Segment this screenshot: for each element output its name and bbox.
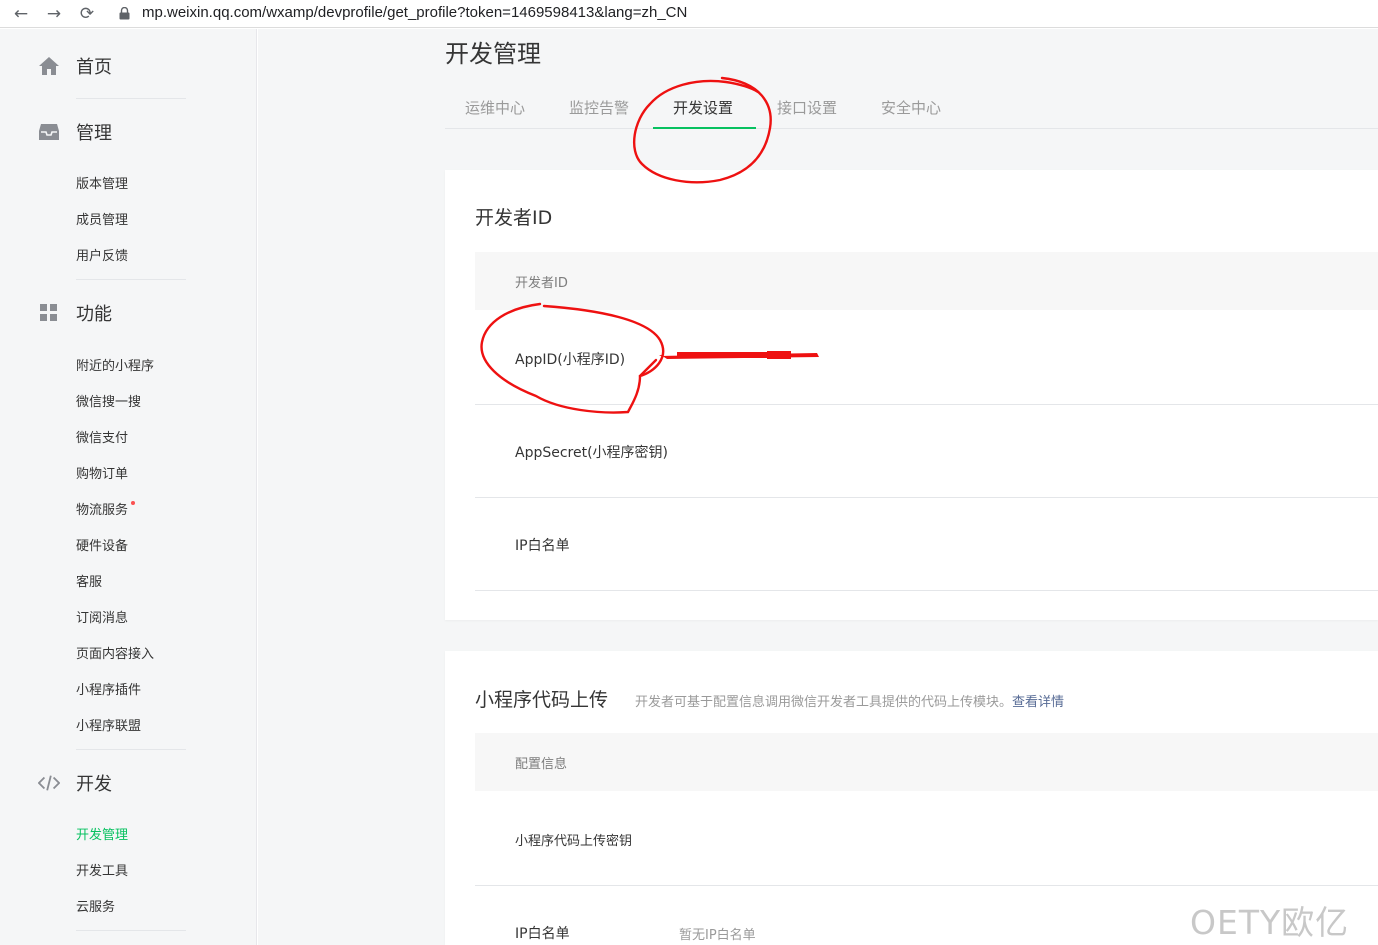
upload-ip-label: IP白名单 (515, 926, 570, 942)
sidebar-item-orders[interactable]: 购物订单 (76, 463, 128, 482)
active-tab-indicator (653, 127, 756, 129)
sidebar-item-dev-tools[interactable]: 开发工具 (76, 860, 128, 879)
sidebar-item-plugins[interactable]: 小程序插件 (76, 679, 141, 698)
redacted-appid-value (659, 351, 819, 359)
sidebar-section-manage[interactable]: 管理 (38, 120, 112, 144)
appid-label: AppID(小程序ID) (515, 352, 626, 368)
table-header-label: 配置信息 (515, 757, 568, 772)
table-row-ip-whitelist: IP白名单 (475, 498, 1378, 591)
sidebar-item-cloud[interactable]: 云服务 (76, 896, 115, 915)
inbox-icon (38, 121, 60, 143)
divider (76, 279, 186, 280)
sidebar-label-features: 功能 (76, 304, 112, 325)
reload-icon[interactable]: ⟳ (76, 3, 98, 25)
view-details-link[interactable]: 查看详情 (1012, 695, 1064, 710)
divider (76, 98, 186, 99)
sidebar-item-pay[interactable]: 微信支付 (76, 427, 128, 446)
sidebar-section-dev[interactable]: 开发 (38, 771, 112, 795)
card-title-code-upload: 小程序代码上传 (475, 689, 609, 711)
lock-icon (119, 7, 130, 20)
address-bar-url[interactable]: mp.weixin.qq.com/wxamp/devprofile/get_pr… (142, 4, 687, 21)
sidebar-item-feedback[interactable]: 用户反馈 (76, 245, 128, 264)
appsecret-label: AppSecret(小程序密钥) (515, 445, 669, 461)
code-icon (38, 772, 60, 794)
tab-security[interactable]: 安全中心 (881, 97, 941, 118)
new-dot-badge (131, 501, 136, 505)
card-description-text: 开发者可基于配置信息调用微信开发者工具提供的代码上传模块。 (635, 695, 1013, 710)
ip-whitelist-label: IP白名单 (515, 538, 570, 554)
browser-toolbar: ← → ⟳ mp.weixin.qq.com/wxamp/devprofile/… (0, 0, 1378, 28)
table-row-appid: AppID(小程序ID) (475, 311, 1378, 405)
sidebar-item-dev-manage[interactable]: 开发管理 (76, 824, 128, 843)
sidebar-item-logistics-label: 物流服务 (76, 503, 129, 518)
tab-bar: 运维中心 监控告警 开发设置 接口设置 安全中心 (445, 87, 1378, 129)
sidebar-item-nearby[interactable]: 附近的小程序 (76, 355, 154, 374)
sidebar-item-service[interactable]: 客服 (76, 571, 102, 590)
card-title-dev-id: 开发者ID (475, 207, 553, 229)
upload-ip-value: 暂无IP白名单 (679, 928, 756, 943)
back-arrow-icon[interactable]: ← (10, 3, 32, 25)
tab-monitor[interactable]: 监控告警 (569, 97, 629, 118)
forward-arrow-icon[interactable]: → (43, 3, 65, 25)
home-icon (38, 55, 60, 77)
sidebar-label-home: 首页 (76, 57, 112, 78)
main-content: 开发管理 运维中心 监控告警 开发设置 接口设置 安全中心 开发者ID 开发者I… (258, 29, 1378, 945)
divider (76, 930, 186, 931)
divider (76, 749, 186, 750)
developer-id-card: 开发者ID 开发者ID AppID(小程序ID) AppSecret(小程序密钥… (445, 170, 1378, 620)
table-row-upload-key: 小程序代码上传密钥 (475, 792, 1378, 886)
sidebar-label-dev: 开发 (76, 774, 112, 795)
sidebar-item-alliance[interactable]: 小程序联盟 (76, 715, 141, 734)
sidebar-item-search[interactable]: 微信搜一搜 (76, 391, 141, 410)
tab-ops[interactable]: 运维中心 (465, 97, 525, 118)
grid-icon (38, 302, 60, 324)
sidebar-item-hardware[interactable]: 硬件设备 (76, 535, 128, 554)
sidebar-item-logistics[interactable]: 物流服务 (76, 499, 136, 518)
sidebar-item-members[interactable]: 成员管理 (76, 209, 128, 228)
sidebar: 首页 管理 版本管理 成员管理 用户反馈 功能 附近的小程序 微信搜一搜 微信支… (0, 29, 257, 945)
upload-key-label: 小程序代码上传密钥 (515, 834, 633, 849)
sidebar-item-subscribe[interactable]: 订阅消息 (76, 607, 128, 626)
card-description: 开发者可基于配置信息调用微信开发者工具提供的代码上传模块。查看详情 (635, 691, 1064, 710)
sidebar-item-content[interactable]: 页面内容接入 (76, 643, 154, 662)
sidebar-label-manage: 管理 (76, 123, 112, 144)
watermark: OETY欧亿 (1190, 903, 1350, 942)
table-header: 开发者ID (475, 252, 1378, 310)
sidebar-section-features[interactable]: 功能 (38, 301, 112, 325)
table-header: 配置信息 (475, 733, 1378, 791)
sidebar-item-version[interactable]: 版本管理 (76, 173, 128, 192)
table-row-appsecret: AppSecret(小程序密钥) (475, 405, 1378, 498)
tab-dev-settings[interactable]: 开发设置 (673, 97, 733, 118)
page-title: 开发管理 (445, 40, 541, 68)
sidebar-item-home[interactable]: 首页 (38, 54, 112, 78)
table-header-label: 开发者ID (515, 276, 568, 291)
tab-api-settings[interactable]: 接口设置 (777, 97, 837, 118)
